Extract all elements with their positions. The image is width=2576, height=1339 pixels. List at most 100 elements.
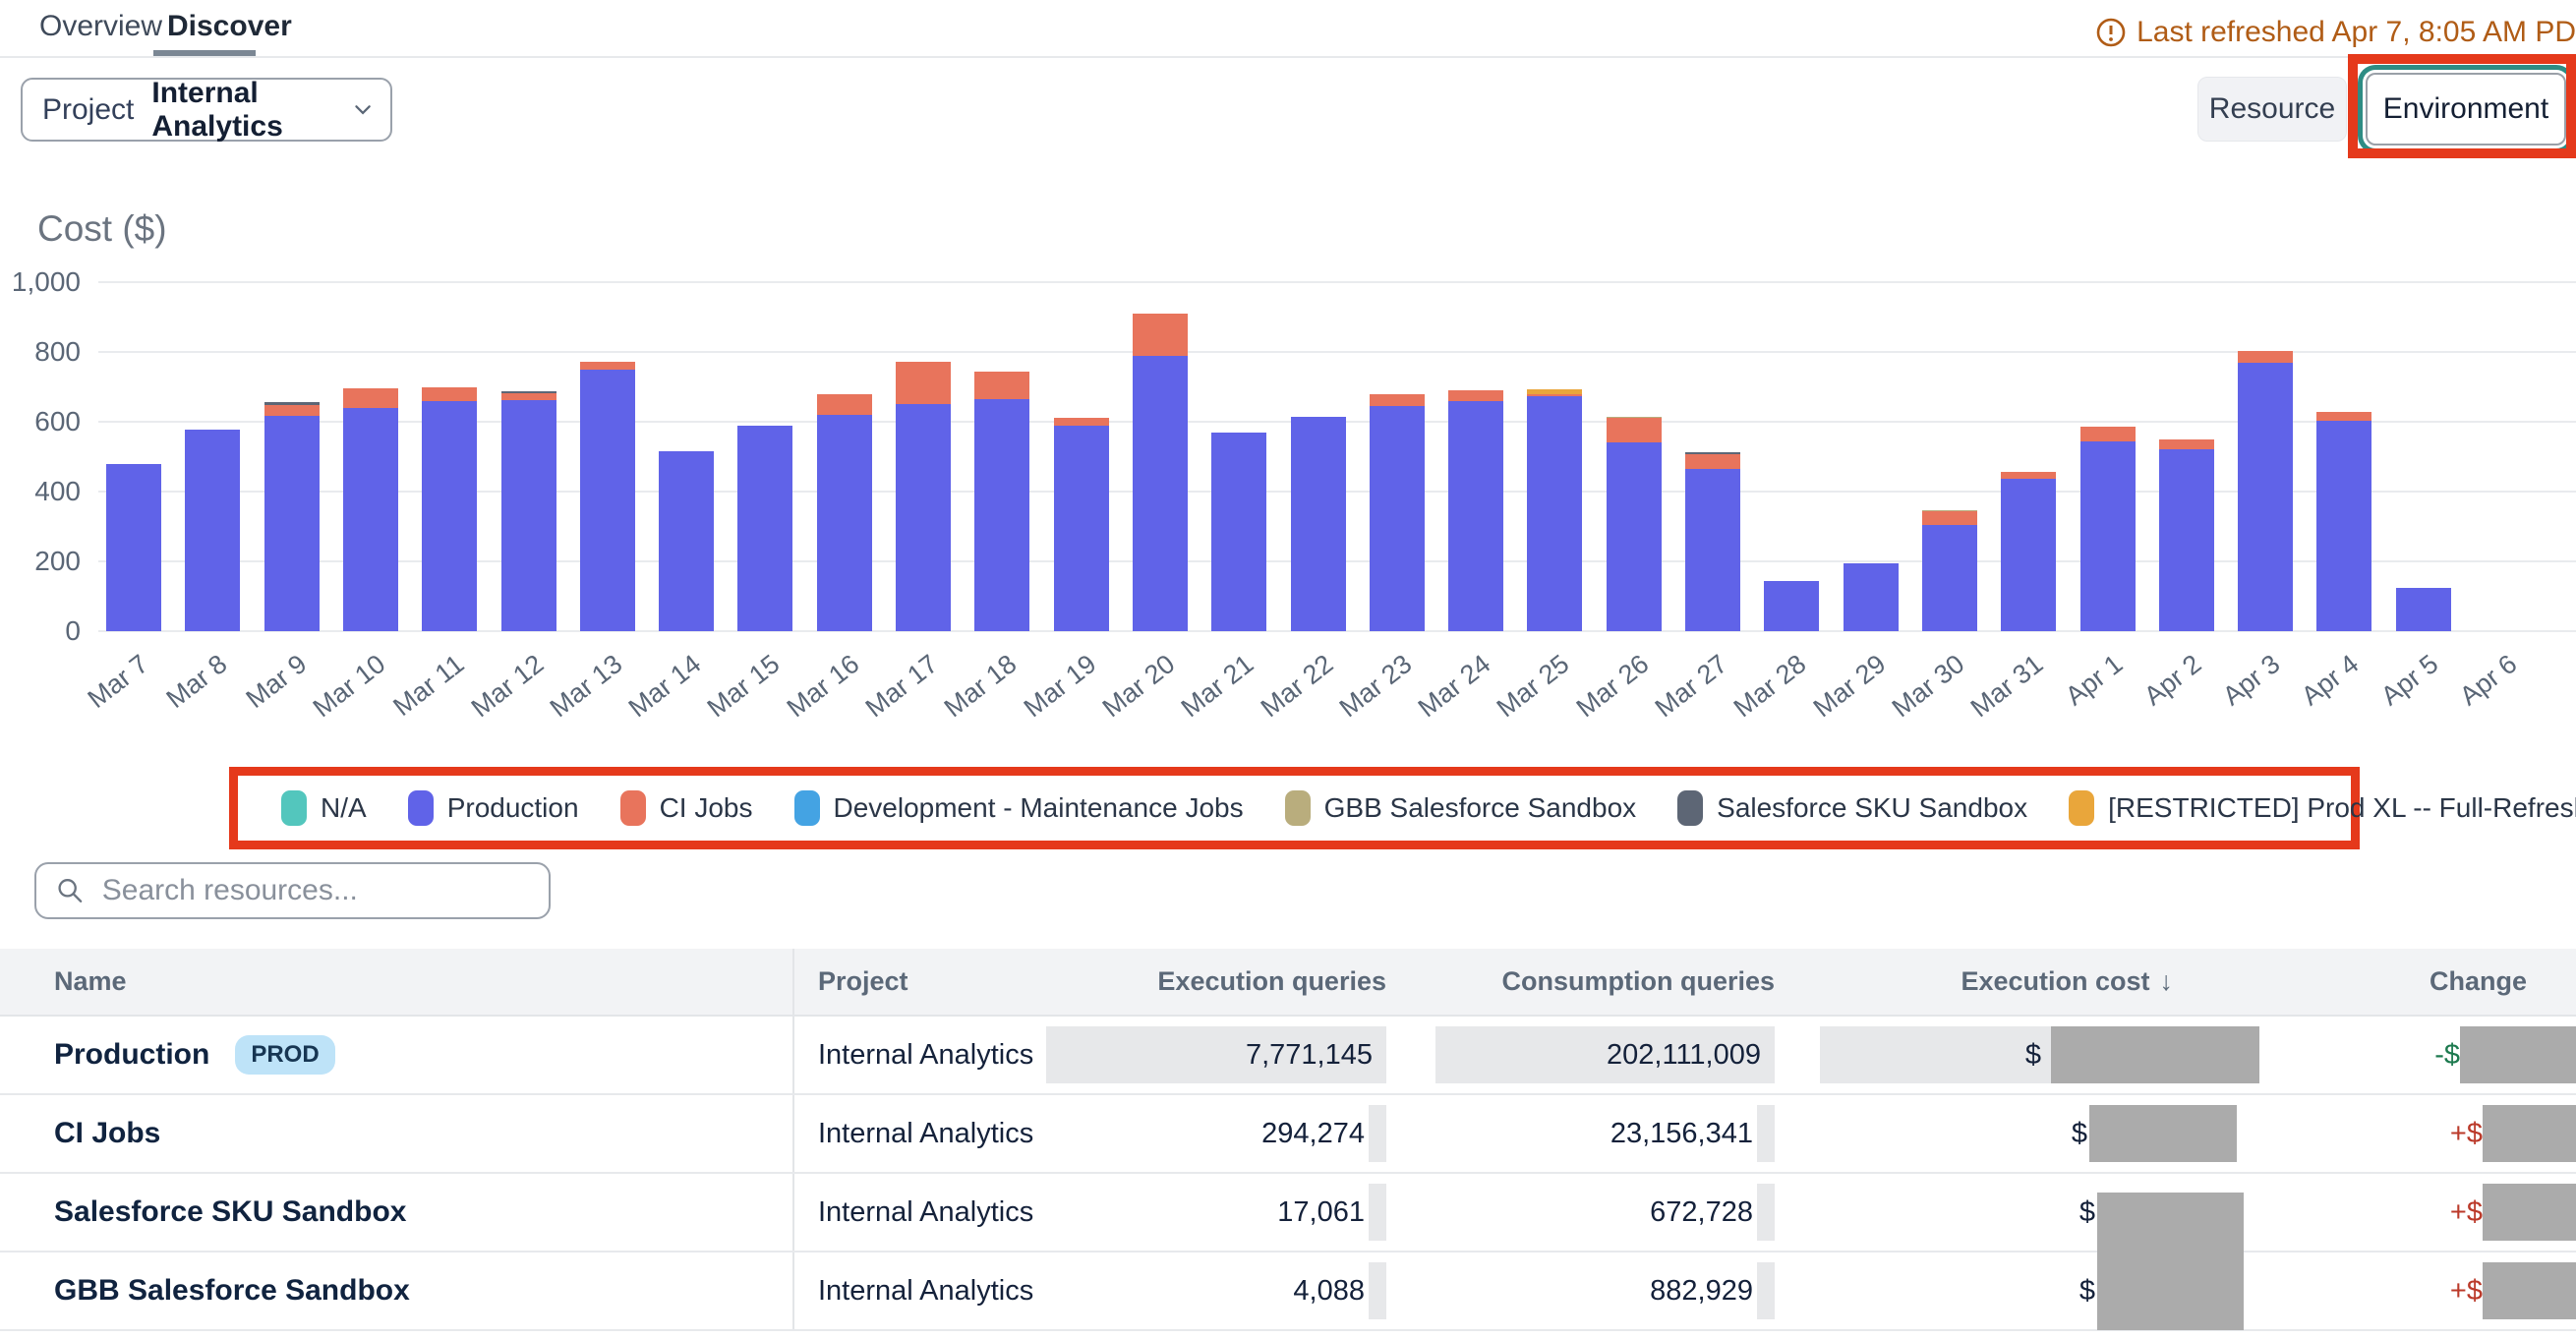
bar-apr-1-ci-jobs[interactable] [2080, 427, 2136, 441]
table-row-production[interactable]: ProductionPRODInternal Analytics7,771,14… [0, 1017, 2576, 1095]
value-text: 294,274 [1261, 1118, 1365, 1150]
legend-item-gbb-salesforce-sandbox[interactable]: GBB Salesforce Sandbox [1285, 790, 1637, 826]
bar-mar-20-production[interactable] [1133, 356, 1188, 631]
tab-discover[interactable]: Discover [167, 10, 292, 43]
column-header-change[interactable]: Change [2261, 966, 2576, 997]
bar-mar-11-ci-jobs[interactable] [422, 387, 477, 401]
bar-mar-23-production[interactable] [1370, 406, 1425, 631]
bar-mar-30-ci-jobs[interactable] [1922, 511, 1977, 524]
bar-mar-24-production[interactable] [1448, 401, 1503, 631]
bar-mar-29-production[interactable] [1844, 563, 1899, 631]
bar-mar-27-salesforce-sku-sandbox[interactable] [1685, 452, 1740, 454]
bar-mar-9-ci-jobs[interactable] [264, 405, 320, 416]
bar-mar-9-salesforce-sku-sandbox[interactable] [264, 402, 320, 405]
redaction-box-cost [2051, 1026, 2259, 1083]
bar-mar-18-production[interactable] [974, 399, 1029, 631]
bar-mar-16-production[interactable] [817, 415, 872, 631]
resource-name[interactable]: GBB Salesforce Sandbox [54, 1274, 410, 1308]
bar-mar-13-production[interactable] [580, 370, 635, 631]
bar-mar-7-production[interactable] [106, 464, 161, 631]
column-header-execution-queries[interactable]: Execution queries [1042, 966, 1396, 997]
bar-mar-8-production[interactable] [185, 430, 240, 631]
bar-apr-3-ci-jobs[interactable] [2238, 351, 2293, 363]
bar-mar-12-salesforce-sku-sandbox[interactable] [501, 391, 556, 393]
change-prefix: +$ [2450, 1196, 2483, 1229]
project-cell: Internal Analytics [792, 1252, 1042, 1329]
bar-mar-27-production[interactable] [1685, 469, 1740, 631]
bar-mar-26-gbb-salesforce-sandbox[interactable] [1607, 417, 1662, 418]
bar-mar-30-production[interactable] [1922, 525, 1977, 631]
search-resources-box[interactable] [34, 862, 551, 919]
bar-mar-19-production[interactable] [1054, 426, 1109, 631]
bar-apr-1-production[interactable] [2080, 441, 2136, 631]
bar-mar-27-ci-jobs[interactable] [1685, 454, 1740, 469]
bar-apr-4-ci-jobs[interactable] [2316, 412, 2371, 421]
bar-mar-10-production[interactable] [343, 408, 398, 631]
table-header-row: Name Project Execution queries Consumpti… [0, 949, 2576, 1017]
bar-apr-2-ci-jobs[interactable] [2159, 439, 2214, 450]
bar-mar-31-ci-jobs[interactable] [2001, 472, 2056, 478]
bar-mar-26-ci-jobs[interactable] [1607, 418, 1662, 442]
project-filter-dropdown[interactable]: Project Internal Analytics [21, 78, 392, 142]
legend-item-production[interactable]: Production [408, 790, 579, 826]
bar-apr-4-production[interactable] [2316, 421, 2371, 631]
bar-mar-10-ci-jobs[interactable] [343, 388, 398, 408]
bar-mar-17-production[interactable] [896, 404, 951, 631]
legend-color-chip [620, 790, 646, 826]
bar-mar-18-ci-jobs[interactable] [974, 372, 1029, 399]
bar-mar-14-production[interactable] [659, 451, 714, 631]
bar-mar-24-ci-jobs[interactable] [1448, 390, 1503, 401]
bar-mar-26-production[interactable] [1607, 442, 1662, 631]
resource-name[interactable]: Salesforce SKU Sandbox [54, 1195, 406, 1229]
bar-mar-12-ci-jobs[interactable] [501, 393, 556, 400]
highlight-strip [1369, 1105, 1386, 1162]
column-header-execution-cost[interactable]: Execution cost ↓ [1780, 966, 2261, 997]
bar-mar-15-production[interactable] [737, 426, 792, 631]
bar-mar-22-production[interactable] [1291, 417, 1346, 631]
bar-mar-31-production[interactable] [2001, 479, 2056, 631]
legend-item-n-a[interactable]: N/A [281, 790, 367, 826]
bar-mar-9-production[interactable] [264, 416, 320, 631]
warning-icon [2095, 17, 2127, 48]
bar-mar-28-production[interactable] [1764, 581, 1819, 631]
cons-cell: 23,156,341 [1396, 1105, 1780, 1162]
bar-apr-2-production[interactable] [2159, 449, 2214, 631]
project-filter-label: Project [42, 93, 134, 127]
column-header-project[interactable]: Project [792, 949, 1042, 1015]
group-by-resource-button[interactable]: Resource [2197, 77, 2347, 142]
legend-item-salesforce-sku-sandbox[interactable]: Salesforce SKU Sandbox [1677, 790, 2027, 826]
column-header-consumption-queries[interactable]: Consumption queries [1396, 966, 1780, 997]
search-input[interactable] [100, 873, 529, 908]
redaction-box-change [2460, 1026, 2576, 1083]
bar-mar-21-production[interactable] [1211, 433, 1266, 631]
bar-mar-25-production[interactable] [1527, 396, 1582, 631]
legend-item-development-maintenance-jobs[interactable]: Development - Maintenance Jobs [794, 790, 1244, 826]
last-refreshed-notice: Last refreshed Apr 7, 8:05 AM PD [2095, 16, 2576, 49]
bar-apr-3-production[interactable] [2238, 363, 2293, 631]
legend-item--restricted-prod-xl-full-refresh-jobs[interactable]: [RESTRICTED] Prod XL -- Full-Refresh job… [2069, 790, 2576, 826]
bar-mar-16-ci-jobs[interactable] [817, 394, 872, 415]
y-axis-tick-label: 200 [0, 546, 81, 577]
bar-mar-20-ci-jobs[interactable] [1133, 314, 1188, 356]
column-header-name[interactable]: Name [0, 966, 792, 997]
legend-item-ci-jobs[interactable]: CI Jobs [620, 790, 753, 826]
bar-mar-12-production[interactable] [501, 400, 556, 631]
resource-name[interactable]: Production [54, 1038, 209, 1072]
table-row-ci-jobs[interactable]: CI JobsInternal Analytics294,27423,156,3… [0, 1095, 2576, 1174]
bar-mar-13-ci-jobs[interactable] [580, 362, 635, 370]
legend-color-chip [1677, 790, 1703, 826]
bar-mar-25--restricted-prod-xl-full-refresh-jobs[interactable] [1527, 389, 1582, 394]
group-by-environment-button[interactable]: Environment [2366, 73, 2566, 146]
bar-mar-25-ci-jobs[interactable] [1527, 394, 1582, 397]
sort-descending-icon[interactable]: ↓ [2160, 966, 2174, 997]
bar-mar-23-ci-jobs[interactable] [1370, 394, 1425, 406]
bar-mar-17-ci-jobs[interactable] [896, 362, 951, 404]
last-refreshed-text: Last refreshed Apr 7, 8:05 AM PD [2137, 16, 2576, 49]
change-prefix: +$ [2450, 1118, 2483, 1150]
resource-name[interactable]: CI Jobs [54, 1117, 160, 1150]
bar-mar-11-production[interactable] [422, 401, 477, 631]
bar-mar-19-ci-jobs[interactable] [1054, 418, 1109, 425]
bar-apr-5-production[interactable] [2396, 588, 2451, 631]
tab-overview[interactable]: Overview [39, 10, 162, 43]
bar-mar-30-gbb-salesforce-sandbox[interactable] [1922, 510, 1977, 511]
